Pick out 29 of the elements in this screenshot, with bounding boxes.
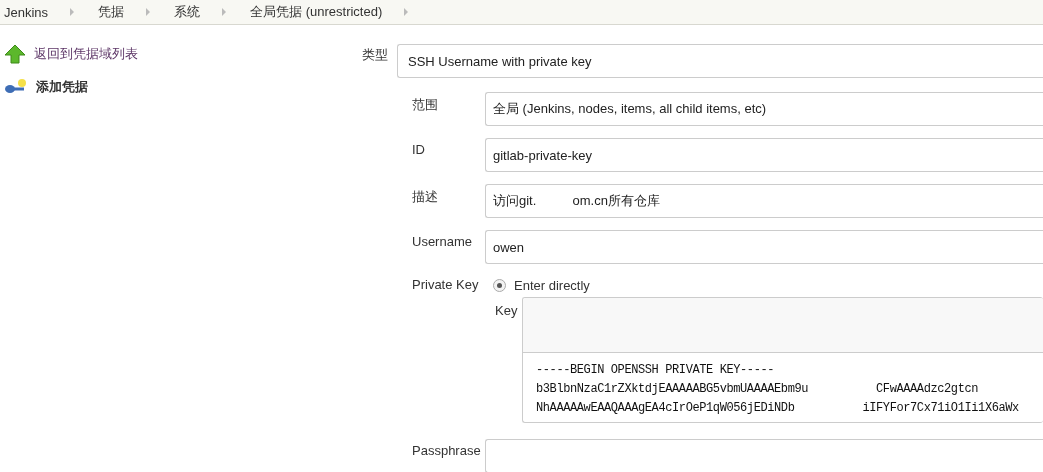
field-label: ID	[412, 141, 426, 159]
breadcrumb-link[interactable]: 凭据	[98, 3, 125, 21]
sidebar-link[interactable]: 添加凭据	[0, 76, 362, 98]
key-text-area[interactable]: -----BEGIN OPENSSH PRIVATE KEY----- b3BlbnNzaC1rZXktdjEAAAAABG5vbmUAAAAEbm9u CFwAAAAdzc2gtcn NhAAAAAwEAAQAAAgEA4cIrOeP1qW056jEDiNDb iIFYFor7Cx71iO1Ii1X6aWx	[522, 297, 1043, 423]
type-dropdown[interactable]: SSH Username with private key	[397, 44, 1043, 78]
breadcrumb-link[interactable]: Jenkins	[4, 4, 49, 20]
field-label: 描述	[412, 188, 439, 206]
breadcrumb-link[interactable]: 全局凭据 (unrestricted)	[250, 3, 383, 21]
chevron-icon	[146, 8, 151, 16]
input-field[interactable]: gitlab-private-key	[485, 138, 1043, 172]
chevron-icon	[404, 8, 409, 16]
sidebar-link[interactable]: 返回到凭据域列表	[0, 43, 362, 65]
input-field[interactable]: 访问git. om.cn所有仓库	[485, 184, 1043, 218]
breadcrumb-link[interactable]: 系统	[174, 3, 201, 21]
field-label: Username	[412, 233, 473, 251]
radio-button[interactable]	[493, 278, 506, 292]
up-arrow-icon	[4, 44, 26, 64]
chevron-icon	[70, 8, 75, 16]
key-icon	[4, 78, 28, 96]
chevron-icon	[222, 8, 227, 16]
input-field[interactable]	[485, 439, 1043, 472]
field-label: Key	[495, 302, 519, 320]
input-field[interactable]: 全局 (Jenkins, nodes, items, all child items, etc)	[485, 92, 1043, 126]
field-label: 类型	[362, 46, 388, 64]
field-label: Private Key	[412, 276, 480, 294]
radio-label: Enter directly	[514, 277, 590, 293]
field-label: Passphrase	[412, 442, 482, 460]
input-field[interactable]: owen	[485, 230, 1043, 264]
field-label: 范围	[412, 96, 439, 114]
